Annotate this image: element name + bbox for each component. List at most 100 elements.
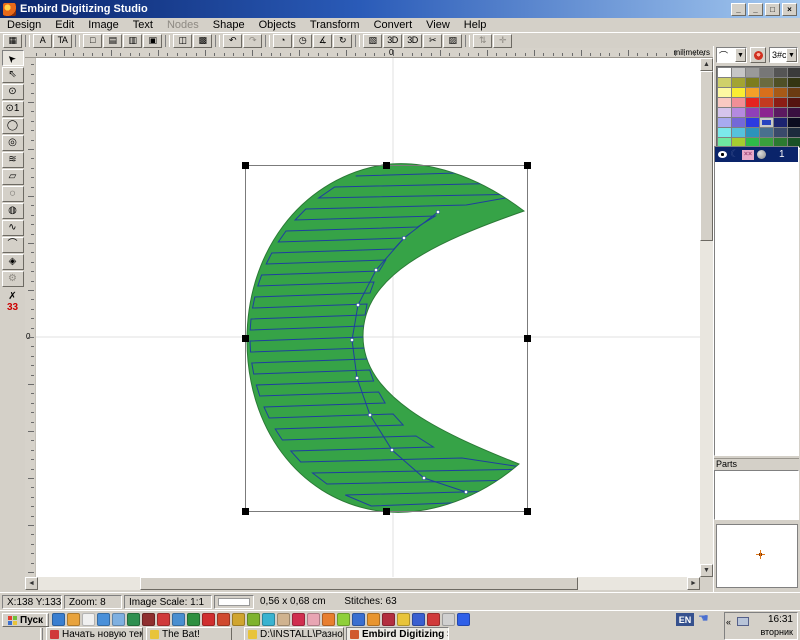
close-button[interactable]: × — [782, 3, 797, 16]
minimize-button[interactable]: _ — [748, 3, 763, 16]
hoop-color-button[interactable] — [750, 47, 766, 63]
menu-help[interactable]: Help — [457, 19, 494, 31]
palette-color-5-2[interactable] — [746, 118, 759, 127]
horizontal-scrollbar[interactable]: ◄ ► — [25, 577, 700, 590]
quick-launch-icon-6[interactable] — [142, 613, 155, 626]
taskbar-button-0[interactable]: Начать новую тему :: B... — [46, 627, 143, 640]
palette-color-6-3[interactable] — [760, 128, 773, 137]
quick-launch-icon-15[interactable] — [277, 613, 290, 626]
quick-launch-icon-12[interactable] — [232, 613, 245, 626]
quick-launch-icon-24[interactable] — [412, 613, 425, 626]
palette-color-1-0[interactable] — [718, 78, 731, 87]
palette-color-3-2[interactable] — [746, 98, 759, 107]
quick-launch-icon-27[interactable] — [457, 613, 470, 626]
palette-color-0-3[interactable] — [760, 68, 773, 77]
palette-color-0-5[interactable] — [788, 68, 800, 77]
quick-launch-icon-19[interactable] — [337, 613, 350, 626]
quick-launch-icon-21[interactable] — [367, 613, 380, 626]
palette-color-2-4[interactable] — [774, 88, 787, 97]
palette-color-5-1[interactable] — [732, 118, 745, 127]
sew-button[interactable]: ✂ — [423, 34, 442, 48]
chevron-down-icon[interactable]: ▼ — [786, 48, 797, 62]
arc-tool[interactable]: ⌒ — [2, 237, 24, 253]
selection-handle[interactable] — [383, 162, 390, 169]
quick-launch-icon-18[interactable] — [322, 613, 335, 626]
palette-color-0-4[interactable] — [774, 68, 787, 77]
quick-launch-icon-0[interactable] — [52, 613, 65, 626]
palette-color-5-0[interactable] — [718, 118, 731, 127]
text-transform-button[interactable]: TA — [53, 34, 72, 48]
menu-design[interactable]: Design — [0, 19, 48, 31]
selection-handle[interactable] — [524, 508, 531, 515]
angle-button[interactable]: ∡ — [313, 34, 332, 48]
quick-launch-icon-5[interactable] — [127, 613, 140, 626]
selection-box[interactable] — [245, 165, 528, 512]
speed-button[interactable]: ◔ — [273, 34, 292, 48]
palette-color-6-1[interactable] — [732, 128, 745, 137]
paste-button[interactable]: ▩ — [193, 34, 212, 48]
quick-launch-icon-20[interactable] — [352, 613, 365, 626]
palette-color-1-4[interactable] — [774, 78, 787, 87]
quick-launch-icon-22[interactable] — [382, 613, 395, 626]
selection-handle[interactable] — [242, 162, 249, 169]
fill-shape-tool[interactable]: ◯ — [2, 118, 24, 134]
taskbar-button-1[interactable]: The Bat! — [146, 627, 232, 640]
text-button[interactable]: A — [33, 34, 52, 48]
pattern-button[interactable]: ▦ — [3, 34, 22, 48]
taskbar-button-2[interactable]: D:\INSTALL\Разное\Embird — [244, 627, 344, 640]
minimize-extra-button[interactable]: _ — [731, 3, 746, 16]
palette-color-4-1[interactable] — [732, 108, 745, 117]
menu-edit[interactable]: Edit — [48, 19, 81, 31]
palette-color-3-3[interactable] — [760, 98, 773, 107]
copy-button[interactable]: ◫ — [173, 34, 192, 48]
quick-launch-icon-1[interactable] — [67, 613, 80, 626]
palette-color-2-3[interactable] — [760, 88, 773, 97]
applique-tool[interactable]: ◍ — [2, 203, 24, 219]
select-tool[interactable]: ➤ — [2, 50, 24, 66]
zigzag-tool[interactable]: ∿ — [2, 220, 24, 236]
layer-row-selected[interactable]: ☾ ×× 1 — [715, 147, 798, 162]
zoom-11-tool[interactable]: ⊙1 — [2, 101, 24, 117]
palette-color-4-4[interactable] — [774, 108, 787, 117]
palette-color-3-5[interactable] — [788, 98, 800, 107]
menu-objects[interactable]: Objects — [252, 19, 303, 31]
menu-view[interactable]: View — [419, 19, 457, 31]
scroll-down-button[interactable]: ▼ — [700, 564, 713, 577]
open-shape-tool[interactable]: ◌ — [2, 186, 24, 202]
carving-tool[interactable]: ▱ — [2, 169, 24, 185]
save-button[interactable]: ▣ — [143, 34, 162, 48]
open-button[interactable]: ▤ — [103, 34, 122, 48]
import-button[interactable]: ▥ — [123, 34, 142, 48]
palette-color-6-0[interactable] — [718, 128, 731, 137]
quick-launch-icon-8[interactable] — [172, 613, 185, 626]
quick-launch-icon-3[interactable] — [97, 613, 110, 626]
scroll-left-button[interactable]: ◄ — [25, 577, 38, 590]
quick-launch-icon-11[interactable] — [217, 613, 230, 626]
palette-color-5-3[interactable] — [760, 118, 773, 127]
palette-color-2-0[interactable] — [718, 88, 731, 97]
menu-transform[interactable]: Transform — [303, 19, 367, 31]
palette-color-3-1[interactable] — [732, 98, 745, 107]
quick-launch-icon-10[interactable] — [202, 613, 215, 626]
palette-color-0-0[interactable] — [718, 68, 731, 77]
selection-handle[interactable] — [524, 335, 531, 342]
start-button[interactable]: Пуск — [2, 613, 49, 627]
visibility-eye-icon[interactable] — [718, 151, 727, 158]
palette-color-6-4[interactable] — [774, 128, 787, 137]
taskbar-button-3[interactable]: Embird Digitizing Stud... — [346, 627, 449, 640]
quick-launch-icon-16[interactable] — [292, 613, 305, 626]
palette-color-1-1[interactable] — [732, 78, 745, 87]
toolbar-grip[interactable] — [46, 614, 49, 626]
column-shape-tool[interactable]: ◎ — [2, 135, 24, 151]
palette-color-2-5[interactable] — [788, 88, 800, 97]
rotate-button[interactable]: ↻ — [333, 34, 352, 48]
palette-color-6-2[interactable] — [746, 128, 759, 137]
vertical-scrollbar[interactable]: ▲ ▼ — [700, 58, 713, 577]
zoom-tool[interactable]: ⊙ — [2, 84, 24, 100]
stitch-lines-tool[interactable]: ≋ — [2, 152, 24, 168]
node-select-tool[interactable]: ⇖ — [2, 67, 24, 83]
undo-button[interactable]: ↶ — [223, 34, 242, 48]
palette-color-0-2[interactable] — [746, 68, 759, 77]
menu-convert[interactable]: Convert — [367, 19, 420, 31]
menu-image[interactable]: Image — [81, 19, 126, 31]
